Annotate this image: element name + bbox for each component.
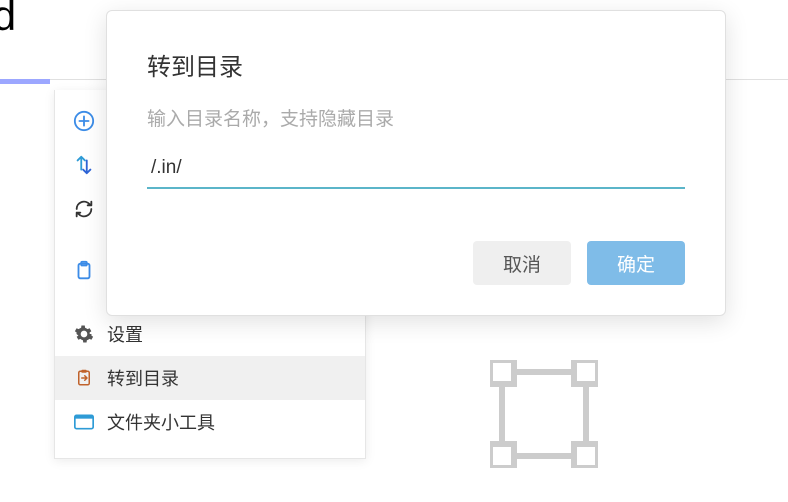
menu-item-label: 设置 <box>107 321 143 347</box>
menu-item-label: 文件夹小工具 <box>107 409 215 435</box>
left-icon-column <box>69 108 99 284</box>
directory-path-input[interactable] <box>147 151 685 189</box>
menu-item-label: 转到目录 <box>107 365 179 391</box>
menu-item-settings[interactable]: 设置 <box>55 312 365 356</box>
confirm-button[interactable]: 确定 <box>587 241 685 285</box>
menu-item-folder-widget[interactable]: 文件夹小工具 <box>55 400 365 444</box>
dialog-title: 转到目录 <box>147 47 685 82</box>
cancel-button[interactable]: 取消 <box>473 241 571 285</box>
goto-directory-dialog: 转到目录 输入目录名称，支持隐藏目录 取消 确定 <box>106 10 726 316</box>
add-circle-icon[interactable] <box>71 108 97 134</box>
widget-icon <box>73 411 95 433</box>
refresh-icon[interactable] <box>71 196 97 222</box>
tab-underline <box>0 79 50 84</box>
menu-list: 设置 转到目录 文件夹小工具 <box>55 312 365 444</box>
app-title-fragment: oud <box>0 0 15 40</box>
clipboard-go-icon <box>73 367 95 389</box>
clipboard-icon[interactable] <box>71 258 97 284</box>
transfer-icon[interactable] <box>71 152 97 178</box>
dialog-actions: 取消 确定 <box>147 241 685 285</box>
gear-icon <box>73 323 95 345</box>
menu-item-goto-directory[interactable]: 转到目录 <box>55 356 365 400</box>
selection-handles-graphic <box>490 360 598 468</box>
dialog-hint: 输入目录名称，支持隐藏目录 <box>147 104 685 131</box>
